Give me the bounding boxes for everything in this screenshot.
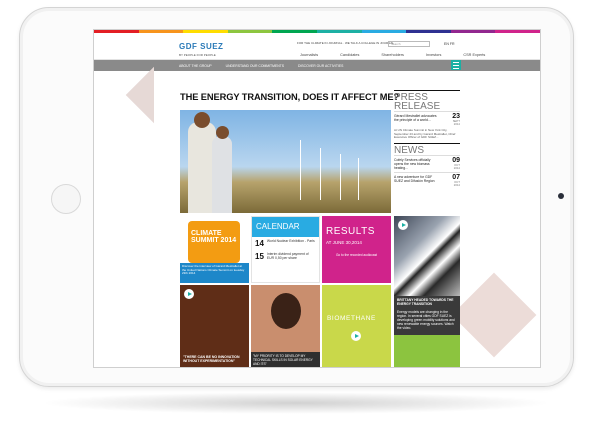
calendar-title: CALENDAR [252, 217, 319, 237]
site-header: GDF SUEZ BY PEOPLE FOR PEOPLE FOR THE CL… [94, 33, 540, 60]
subnav-activities[interactable]: DISCOVER OUR ACTIVITIES [298, 64, 343, 68]
nav-candidates[interactable]: Candidates [340, 53, 359, 57]
main-nav: Journalists Candidates Shareholders Inve… [300, 53, 485, 57]
news-item-text: Cofely Services officially opens the new… [394, 157, 431, 170]
nav-journalists[interactable]: Journalists [300, 53, 318, 57]
video-caption: "THERE CAN BE NO INNOVATION WITHOUT EXPE… [183, 355, 240, 363]
event-day: 14 [255, 239, 264, 248]
language-switch[interactable]: EN FR [444, 42, 455, 46]
press-item-date: 23 SEPT 2014 [452, 113, 460, 126]
brittany-text: Energy models are changing in the region… [397, 310, 455, 330]
results-date: AT JUNE 30,2014 [326, 240, 362, 245]
biomethane-label: BIOMETHANE [327, 315, 376, 322]
press-note: At UN Climate Summit in New York City, S… [394, 128, 456, 140]
results-title: RESULTS [326, 226, 375, 237]
news-item[interactable]: A new adventure for GDF SUEZ and Difusió… [394, 171, 460, 189]
nav-investors[interactable]: Investors [426, 53, 441, 57]
news-item-date: 09 OCT 2014 [452, 156, 460, 170]
play-icon[interactable] [184, 289, 194, 299]
event-text: World Nuclear Exhibition - Paris [266, 239, 315, 243]
press-release-title: PRESS RELEASE [394, 90, 460, 112]
play-icon[interactable] [351, 331, 361, 341]
play-icon[interactable] [398, 220, 408, 230]
green-tile[interactable] [394, 335, 460, 367]
decorative-arrow [125, 66, 183, 124]
climate-badge-title: CLIMATE SUMMIT 2014 [191, 230, 237, 244]
subnav-about[interactable]: ABOUT THE GROUP [179, 64, 212, 68]
brittany-title: BRITTANY HEADED TOWARDS THE ENERGY TRANS… [397, 298, 454, 306]
menu-icon[interactable] [451, 60, 461, 70]
right-column: PRESS RELEASE Gérard Mestrallet advocate… [394, 90, 460, 189]
calendar-event[interactable]: 14 World Nuclear Exhibition - Paris [252, 237, 319, 250]
press-item[interactable]: Gérard Mestrallet advocates the principl… [394, 111, 460, 128]
climate-summit-tile[interactable]: CLIMATE SUMMIT 2014 Discover the intervi… [180, 216, 249, 283]
decorative-arrow [451, 272, 537, 358]
event-day: 15 [255, 252, 264, 261]
website-screen: GDF SUEZ BY PEOPLE FOR PEOPLE FOR THE CL… [93, 29, 541, 368]
utility-links[interactable]: FOR THE CLIMATE IN JOURNAL · WE TALK A C… [297, 41, 394, 45]
sub-nav: ABOUT THE GROUP UNDERSTAND OUR COMMITMEN… [94, 60, 540, 71]
camera-icon [558, 193, 564, 199]
search-input[interactable]: Search [388, 41, 430, 47]
page-title: THE ENERGY TRANSITION, DOES IT AFFECT ME… [180, 92, 400, 102]
biomethane-tile[interactable]: BIOMETHANE [322, 285, 391, 367]
calendar-tile[interactable]: CALENDAR 14 World Nuclear Exhibition - P… [251, 216, 320, 283]
hero-image[interactable] [180, 110, 391, 213]
device-shadow [40, 392, 552, 414]
subnav-commitments[interactable]: UNDERSTAND OUR COMMITMENTS [226, 64, 284, 68]
calendar-event[interactable]: 15 Interim dividend payment of EUR 0,50 … [252, 250, 319, 263]
logo[interactable]: GDF SUEZ [179, 42, 223, 51]
results-link[interactable]: Go to the recorded audiocast [322, 248, 391, 262]
news-item[interactable]: Cofely Services officially opens the new… [394, 154, 460, 172]
nav-shareholders[interactable]: Shareholders [381, 53, 404, 57]
portrait [271, 293, 301, 329]
news-item-text: A new adventure for GDF SUEZ and Difusió… [394, 174, 435, 183]
tablet-device: GDF SUEZ BY PEOPLE FOR PEOPLE FOR THE CL… [19, 7, 574, 387]
testimonial-tile[interactable]: "MY PRIORITY IS TO DEVELOP MY TECHNICAL … [251, 285, 320, 367]
tagline: BY PEOPLE FOR PEOPLE [179, 53, 216, 57]
news-item-date: 07 OCT 2014 [452, 173, 460, 187]
innovation-video-tile[interactable]: "THERE CAN BE NO INNOVATION WITHOUT EXPE… [180, 285, 249, 367]
nav-csr-experts[interactable]: CSR Experts [463, 53, 485, 57]
press-item-text: Gérard Mestrallet advocates the principl… [394, 114, 437, 122]
testimonial-caption: "MY PRIORITY IS TO DEVELOP MY TECHNICAL … [251, 352, 320, 367]
news-title: NEWS [394, 142, 460, 155]
home-button[interactable] [51, 184, 81, 214]
event-text: Interim dividend payment of EUR 0,50 per… [266, 252, 309, 260]
results-tile[interactable]: RESULTS AT JUNE 30,2014 Go to the record… [322, 216, 391, 283]
climate-caption: Discover the interview of Gérard Mestral… [180, 263, 249, 283]
